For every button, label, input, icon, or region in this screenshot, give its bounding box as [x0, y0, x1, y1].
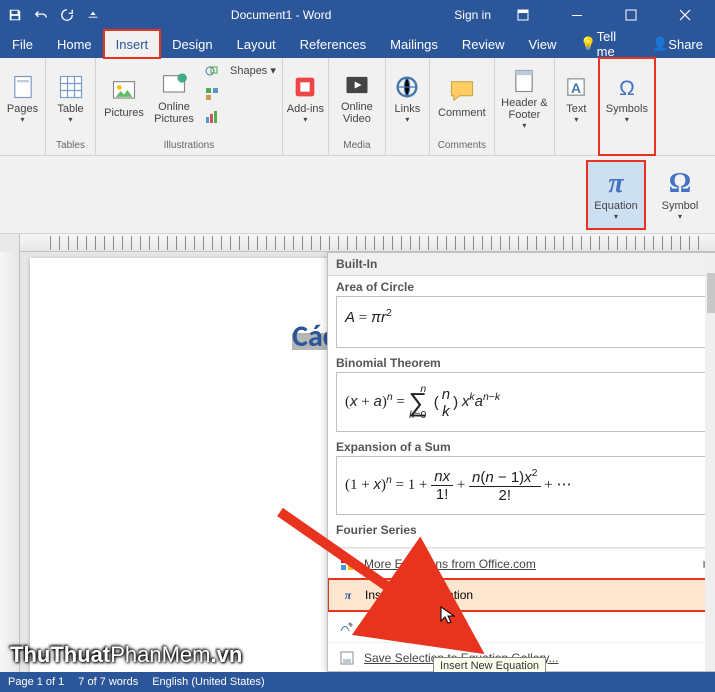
- tab-tellme[interactable]: 💡 Tell me: [568, 30, 640, 58]
- menu-label: Ink Equation: [364, 620, 431, 634]
- comment-button[interactable]: Comment: [434, 60, 490, 136]
- eq-binomial-theorem[interactable]: Binomial Theorem (x + a)n = ∑k=0n (nk) x…: [328, 352, 715, 436]
- menu-more-equations[interactable]: More Equations from Office.com ▶: [328, 548, 715, 579]
- group-illustrations: Illustrations: [164, 140, 215, 153]
- online-pictures-button[interactable]: Online Pictures: [150, 60, 198, 136]
- document-area: Cách viết p Thut Built-In Area of Circle…: [0, 252, 715, 672]
- tab-view[interactable]: View: [516, 30, 568, 58]
- equation-dropdown: Built-In Area of Circle A = πr2 Binomial…: [327, 252, 715, 672]
- maximize-icon[interactable]: [609, 0, 653, 30]
- svg-text:Ω: Ω: [619, 77, 635, 100]
- dropdown-header: Built-In: [328, 253, 715, 276]
- online-video-button[interactable]: Online Video: [333, 60, 381, 136]
- ink-icon: [338, 618, 356, 636]
- redo-icon[interactable]: [56, 4, 78, 26]
- watermark: ThuThuatPhanMem.vn: [10, 642, 242, 668]
- group-tables: Tables: [56, 140, 85, 153]
- eq-expansion-sum[interactable]: Expansion of a Sum (1 + x)n = 1 + nx1! +…: [328, 436, 715, 519]
- header-footer-button[interactable]: Header & Footer▾: [496, 60, 552, 136]
- cursor-icon: [440, 606, 456, 626]
- symbol-button[interactable]: ΩSymbol▾: [651, 161, 709, 229]
- tab-mailings[interactable]: Mailings: [378, 30, 450, 58]
- tab-layout[interactable]: Layout: [225, 30, 288, 58]
- titlebar: Document1 - Word Sign in: [0, 0, 715, 30]
- addins-button[interactable]: Add-ins▾: [281, 60, 329, 136]
- signin-link[interactable]: Sign in: [454, 8, 491, 22]
- dropdown-scrollbar[interactable]: [705, 253, 715, 671]
- vertical-ruler: [0, 252, 20, 672]
- pictures-button[interactable]: Pictures: [100, 60, 148, 136]
- menu-label: More Equations from Office.com: [364, 557, 536, 571]
- text-button[interactable]: AText▾: [552, 60, 600, 136]
- tab-home[interactable]: Home: [45, 30, 104, 58]
- status-words[interactable]: 7 of 7 words: [78, 676, 138, 688]
- shapes-button[interactable]: [200, 60, 224, 82]
- shapes-label: Shapes ▾: [228, 60, 278, 77]
- save-icon[interactable]: [4, 4, 26, 26]
- close-icon[interactable]: [663, 0, 707, 30]
- menu-insert-new-equation[interactable]: π Insert New Equation: [328, 579, 715, 611]
- svg-text:A: A: [571, 79, 581, 95]
- statusbar: Page 1 of 1 7 of 7 words English (United…: [0, 672, 715, 692]
- smartart-icon[interactable]: [200, 83, 224, 105]
- chart-icon[interactable]: [200, 106, 224, 128]
- symbols-button[interactable]: ΩSymbols▾: [599, 60, 655, 136]
- tab-insert[interactable]: Insert: [104, 30, 161, 58]
- equation-button[interactable]: πEquation▾: [587, 161, 645, 229]
- eq-fourier-series[interactable]: Fourier Series: [328, 519, 715, 543]
- pages-button[interactable]: Pages▾: [0, 60, 47, 136]
- menu-ink-equation[interactable]: Ink Equation: [328, 611, 715, 642]
- tab-share[interactable]: 👤 Share: [640, 30, 715, 58]
- ribbon-tabs: File Home Insert Design Layout Reference…: [0, 30, 715, 58]
- tab-review[interactable]: Review: [450, 30, 517, 58]
- links-button[interactable]: Links▾: [383, 60, 431, 136]
- office-icon: [338, 555, 356, 573]
- table-button[interactable]: Table▾: [47, 60, 95, 136]
- pi-icon: π: [339, 586, 357, 604]
- tooltip: Insert New Equation: [433, 657, 546, 672]
- group-comments: Comments: [438, 140, 486, 153]
- quick-access-toolbar: [0, 4, 108, 26]
- status-page[interactable]: Page 1 of 1: [8, 676, 64, 688]
- menu-label: Insert New Equation: [365, 588, 473, 602]
- status-lang[interactable]: English (United States): [152, 676, 265, 688]
- group-media: Media: [343, 140, 370, 153]
- symbols-flyout: πEquation▾ ΩSymbol▾: [0, 156, 715, 234]
- ruler: [0, 234, 715, 252]
- window-title: Document1 - Word: [108, 8, 454, 22]
- ribbon-options-icon[interactable]: [501, 0, 545, 30]
- qat-customize-icon[interactable]: [82, 4, 104, 26]
- title-right: Sign in: [454, 0, 715, 30]
- tab-file[interactable]: File: [0, 30, 45, 58]
- undo-icon[interactable]: [30, 4, 52, 26]
- tab-references[interactable]: References: [288, 30, 378, 58]
- tab-design[interactable]: Design: [160, 30, 224, 58]
- ribbon: Pages▾ Table▾ Tables Pictures Online Pic…: [0, 58, 715, 156]
- minimize-icon[interactable]: [555, 0, 599, 30]
- save-selection-icon: [338, 649, 356, 667]
- eq-area-of-circle[interactable]: Area of Circle A = πr2: [328, 276, 715, 352]
